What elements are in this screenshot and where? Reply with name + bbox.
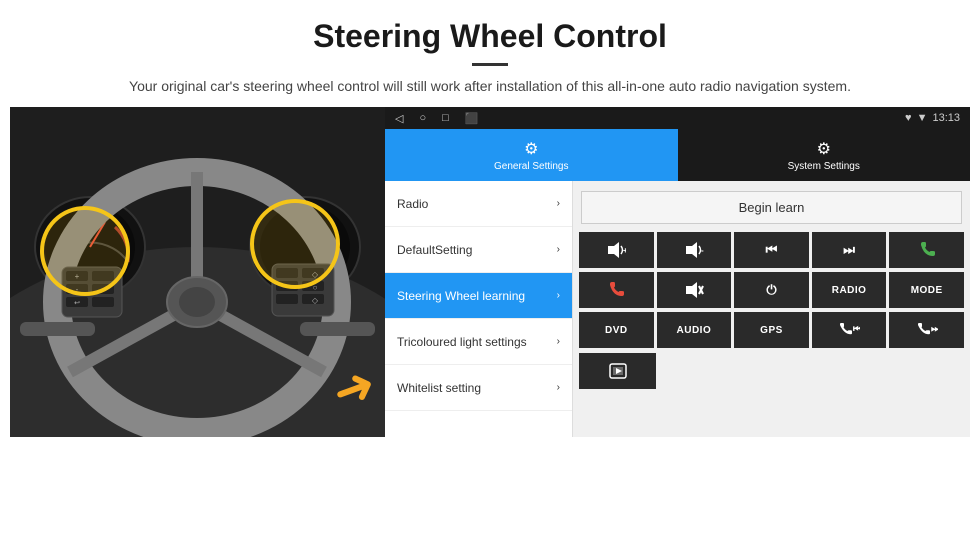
next-call-button[interactable]: ⏭	[889, 312, 964, 348]
call-end-button[interactable]	[579, 272, 654, 308]
tab-bar: ⚙ General Settings ⚙ System Settings	[385, 129, 970, 181]
svg-text:-: -	[701, 246, 704, 255]
gps-button[interactable]: GPS	[734, 312, 809, 348]
main-content: 140 0	[10, 107, 970, 437]
next-track-button[interactable]: ⏭	[812, 232, 887, 268]
system-settings-label: System Settings	[788, 161, 860, 172]
svg-text:↩: ↩	[74, 300, 80, 307]
back-icon[interactable]: ◁	[395, 112, 403, 125]
menu-item-default-setting[interactable]: DefaultSetting ›	[385, 227, 572, 273]
call-answer-button[interactable]	[889, 232, 964, 268]
controls-row-3: DVD AUDIO GPS ⏮ ⏭	[579, 312, 964, 348]
highlight-circle-left	[40, 206, 130, 296]
status-bar: ◁ ○ □ ⬛ ♥ ▼ 13:13	[385, 107, 970, 129]
menu-item-whitelist[interactable]: Whitelist setting ›	[385, 365, 572, 411]
prev-track-button[interactable]: ⏮	[734, 232, 809, 268]
power-button[interactable]: ⏻	[734, 272, 809, 308]
begin-learn-button[interactable]: Begin learn	[581, 191, 962, 224]
nav-icons: ◁ ○ □ ⬛	[395, 112, 478, 125]
controls-panel: Begin learn + - ⏮ ⏭	[573, 181, 970, 437]
menu-item-radio-label: Radio	[397, 197, 557, 211]
recents-icon[interactable]: □	[442, 112, 449, 124]
menu-item-tricoloured[interactable]: Tricoloured light settings ›	[385, 319, 572, 365]
signal-icon: ▼	[917, 112, 928, 124]
chevron-right-icon: ›	[557, 198, 560, 209]
svg-text:⏮: ⏮	[853, 324, 860, 335]
header-subtitle: Your original car's steering wheel contr…	[60, 76, 920, 97]
tab-system-settings[interactable]: ⚙ System Settings	[678, 129, 971, 181]
status-icons: ♥ ▼ 13:13	[905, 112, 960, 124]
menu-item-default-label: DefaultSetting	[397, 243, 557, 257]
chevron-right-icon: ›	[557, 382, 560, 393]
chevron-right-icon: ›	[557, 336, 560, 347]
prev-call-button[interactable]: ⏮	[812, 312, 887, 348]
controls-row-1: + - ⏮ ⏭	[579, 232, 964, 268]
location-icon: ♥	[905, 112, 912, 124]
head-unit-panel: ◁ ○ □ ⬛ ♥ ▼ 13:13 ⚙ General Settings ⚙ S…	[385, 107, 970, 437]
volume-down-button[interactable]: -	[657, 232, 732, 268]
page-title: Steering Wheel Control	[60, 18, 920, 55]
time-display: 13:13	[932, 112, 960, 124]
menu-item-steering-wheel[interactable]: Steering Wheel learning ›	[385, 273, 572, 319]
volume-up-button[interactable]: +	[579, 232, 654, 268]
svg-text:⏭: ⏭	[931, 324, 938, 335]
settings-panel: Radio › DefaultSetting › Steering Wheel …	[385, 181, 970, 437]
home-icon[interactable]: ○	[419, 112, 426, 124]
mode-button[interactable]: MODE	[889, 272, 964, 308]
chevron-right-icon: ›	[557, 244, 560, 255]
steering-wheel-image: 140 0	[10, 107, 385, 437]
highlight-circle-right	[250, 199, 340, 289]
menu-item-radio[interactable]: Radio ›	[385, 181, 572, 227]
menu-item-whitelist-label: Whitelist setting	[397, 381, 557, 395]
radio-button[interactable]: RADIO	[812, 272, 887, 308]
header-divider	[472, 63, 508, 66]
general-settings-label: General Settings	[494, 161, 569, 172]
mute-button[interactable]	[657, 272, 732, 308]
menu-list: Radio › DefaultSetting › Steering Wheel …	[385, 181, 573, 437]
audio-button[interactable]: AUDIO	[657, 312, 732, 348]
begin-learn-row: Begin learn	[579, 187, 964, 228]
chevron-right-icon: ›	[557, 290, 560, 301]
menu-icon[interactable]: ⬛	[465, 112, 479, 125]
svg-text:+: +	[623, 246, 626, 255]
page-header: Steering Wheel Control Your original car…	[0, 0, 980, 107]
menu-item-tricoloured-label: Tricoloured light settings	[397, 335, 557, 349]
controls-row-4	[579, 353, 964, 389]
general-settings-icon: ⚙	[524, 139, 538, 159]
controls-row-2: ⏻ RADIO MODE	[579, 272, 964, 308]
dvd-button[interactable]: DVD	[579, 312, 654, 348]
tab-general-settings[interactable]: ⚙ General Settings	[385, 129, 678, 181]
system-settings-icon: ⚙	[817, 139, 831, 159]
menu-item-steering-label: Steering Wheel learning	[397, 289, 557, 303]
svg-text:◇: ◇	[312, 296, 319, 305]
media-icon-button[interactable]	[579, 353, 656, 389]
